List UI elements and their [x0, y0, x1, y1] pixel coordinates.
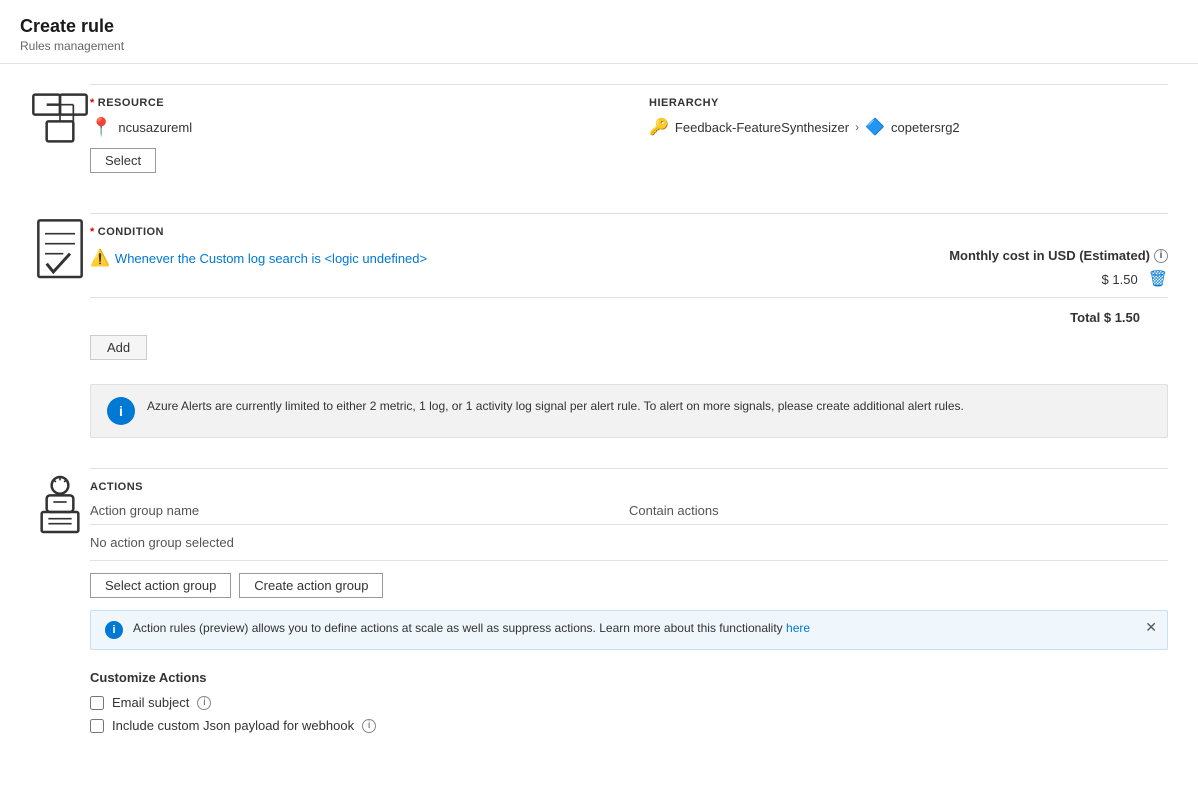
json-payload-info: i — [362, 719, 376, 733]
info-icon: i — [107, 397, 135, 425]
required-star: * — [90, 97, 95, 109]
action-rules-banner: i Action rules (preview) allows you to d… — [90, 610, 1168, 650]
no-action-row: No action group selected — [90, 525, 1168, 561]
resource-name: ncusazureml — [118, 120, 192, 135]
actions-icon — [30, 468, 90, 539]
page-title: Create rule — [20, 16, 1178, 37]
hierarchy-parent: Feedback-FeatureSynthesizer — [675, 120, 849, 135]
cost-value-row: $ 1.50 🗑 — [949, 269, 1168, 289]
hierarchy-group-icon: 🔷 — [865, 117, 885, 137]
customize-section: Customize Actions Email subject i Includ… — [90, 670, 1168, 733]
page-header: Create rule Rules management — [0, 0, 1198, 64]
action-rules-info-icon: i — [105, 621, 123, 639]
condition-info-banner: i Azure Alerts are currently limited to … — [90, 384, 1168, 438]
delete-condition-icon[interactable]: 🗑 — [1148, 269, 1168, 289]
info-banner-text: Azure Alerts are currently limited to ei… — [147, 397, 964, 415]
hierarchy-col-header: HIERARCHY — [649, 97, 1168, 109]
condition-left: ⚠️ Whenever the Custom log search is <lo… — [90, 248, 909, 268]
resource-body: *RESOURCE 📍 ncusazureml Select HIERARCHY… — [90, 84, 1168, 183]
col-contain-actions: Contain actions — [629, 503, 1168, 518]
actions-body: ACTIONS Action group name Contain action… — [90, 468, 1168, 741]
condition-row: ⚠️ Whenever the Custom log search is <lo… — [90, 248, 1168, 298]
total-row: Total $ 1.50 — [90, 310, 1168, 325]
page-subtitle: Rules management — [20, 39, 1178, 53]
cost-amount: $ 1.50 — [1102, 272, 1138, 287]
email-subject-checkbox[interactable] — [90, 696, 104, 710]
create-action-group-button[interactable]: Create action group — [239, 573, 383, 598]
hierarchy-info: HIERARCHY 🔑 Feedback-FeatureSynthesizer … — [649, 97, 1168, 137]
actions-table-header: Action group name Contain actions — [90, 503, 1168, 525]
action-buttons: Select action group Create action group — [90, 573, 1168, 598]
resource-pin-icon: 📍 — [90, 117, 112, 138]
json-payload-label: Include custom Json payload for webhook — [112, 718, 354, 733]
action-rules-text: Action rules (preview) allows you to def… — [133, 621, 810, 635]
actions-svg-icon — [30, 472, 90, 539]
json-payload-checkbox[interactable] — [90, 719, 104, 733]
add-condition-button[interactable]: Add — [90, 335, 147, 360]
json-payload-row: Include custom Json payload for webhook … — [90, 718, 1168, 733]
email-subject-label: Email subject — [112, 695, 189, 710]
condition-required-star: * — [90, 226, 95, 238]
select-resource-button[interactable]: Select — [90, 148, 156, 173]
actions-table: Action group name Contain actions No act… — [90, 503, 1168, 561]
condition-section: *CONDITION ⚠️ Whenever the Custom log se… — [30, 213, 1168, 438]
hierarchy-child: copetersrg2 — [891, 120, 960, 135]
resource-section: *RESOURCE 📍 ncusazureml Select HIERARCHY… — [30, 84, 1168, 183]
select-action-group-button[interactable]: Select action group — [90, 573, 231, 598]
cost-info-icon: i — [1154, 249, 1168, 263]
hierarchy-value-row: 🔑 Feedback-FeatureSynthesizer › 🔷 copete… — [649, 117, 1168, 137]
main-content: *RESOURCE 📍 ncusazureml Select HIERARCHY… — [0, 64, 1198, 791]
resource-info: *RESOURCE 📍 ncusazureml Select — [90, 97, 609, 173]
col-action-group-name: Action group name — [90, 503, 629, 518]
condition-body: *CONDITION ⚠️ Whenever the Custom log se… — [90, 213, 1168, 438]
hierarchy-chevron: › — [855, 120, 859, 134]
condition-section-label: *CONDITION — [90, 226, 1168, 238]
email-subject-info: i — [197, 696, 211, 710]
condition-icon — [30, 213, 90, 284]
banner-close-button[interactable]: ✕ — [1145, 619, 1157, 636]
resource-icon — [30, 84, 90, 148]
resource-col-header: *RESOURCE — [90, 97, 609, 109]
condition-error-icon: ⚠️ — [90, 248, 110, 268]
cost-header: Monthly cost in USD (Estimated) i — [949, 248, 1168, 263]
condition-link[interactable]: ⚠️ Whenever the Custom log search is <lo… — [90, 248, 909, 268]
actions-section-label: ACTIONS — [90, 481, 1168, 493]
email-subject-row: Email subject i — [90, 695, 1168, 710]
condition-svg-icon — [30, 217, 90, 284]
no-action-text: No action group selected — [90, 535, 629, 550]
resource-svg-icon — [30, 88, 90, 148]
hierarchy-key-icon: 🔑 — [649, 117, 669, 137]
action-rules-link[interactable]: here — [786, 621, 810, 635]
actions-section: ACTIONS Action group name Contain action… — [30, 468, 1168, 741]
condition-right: Monthly cost in USD (Estimated) i $ 1.50… — [949, 248, 1168, 289]
resource-row: *RESOURCE 📍 ncusazureml Select HIERARCHY… — [90, 97, 1168, 173]
customize-title: Customize Actions — [90, 670, 1168, 685]
resource-value-row: 📍 ncusazureml — [90, 117, 609, 138]
